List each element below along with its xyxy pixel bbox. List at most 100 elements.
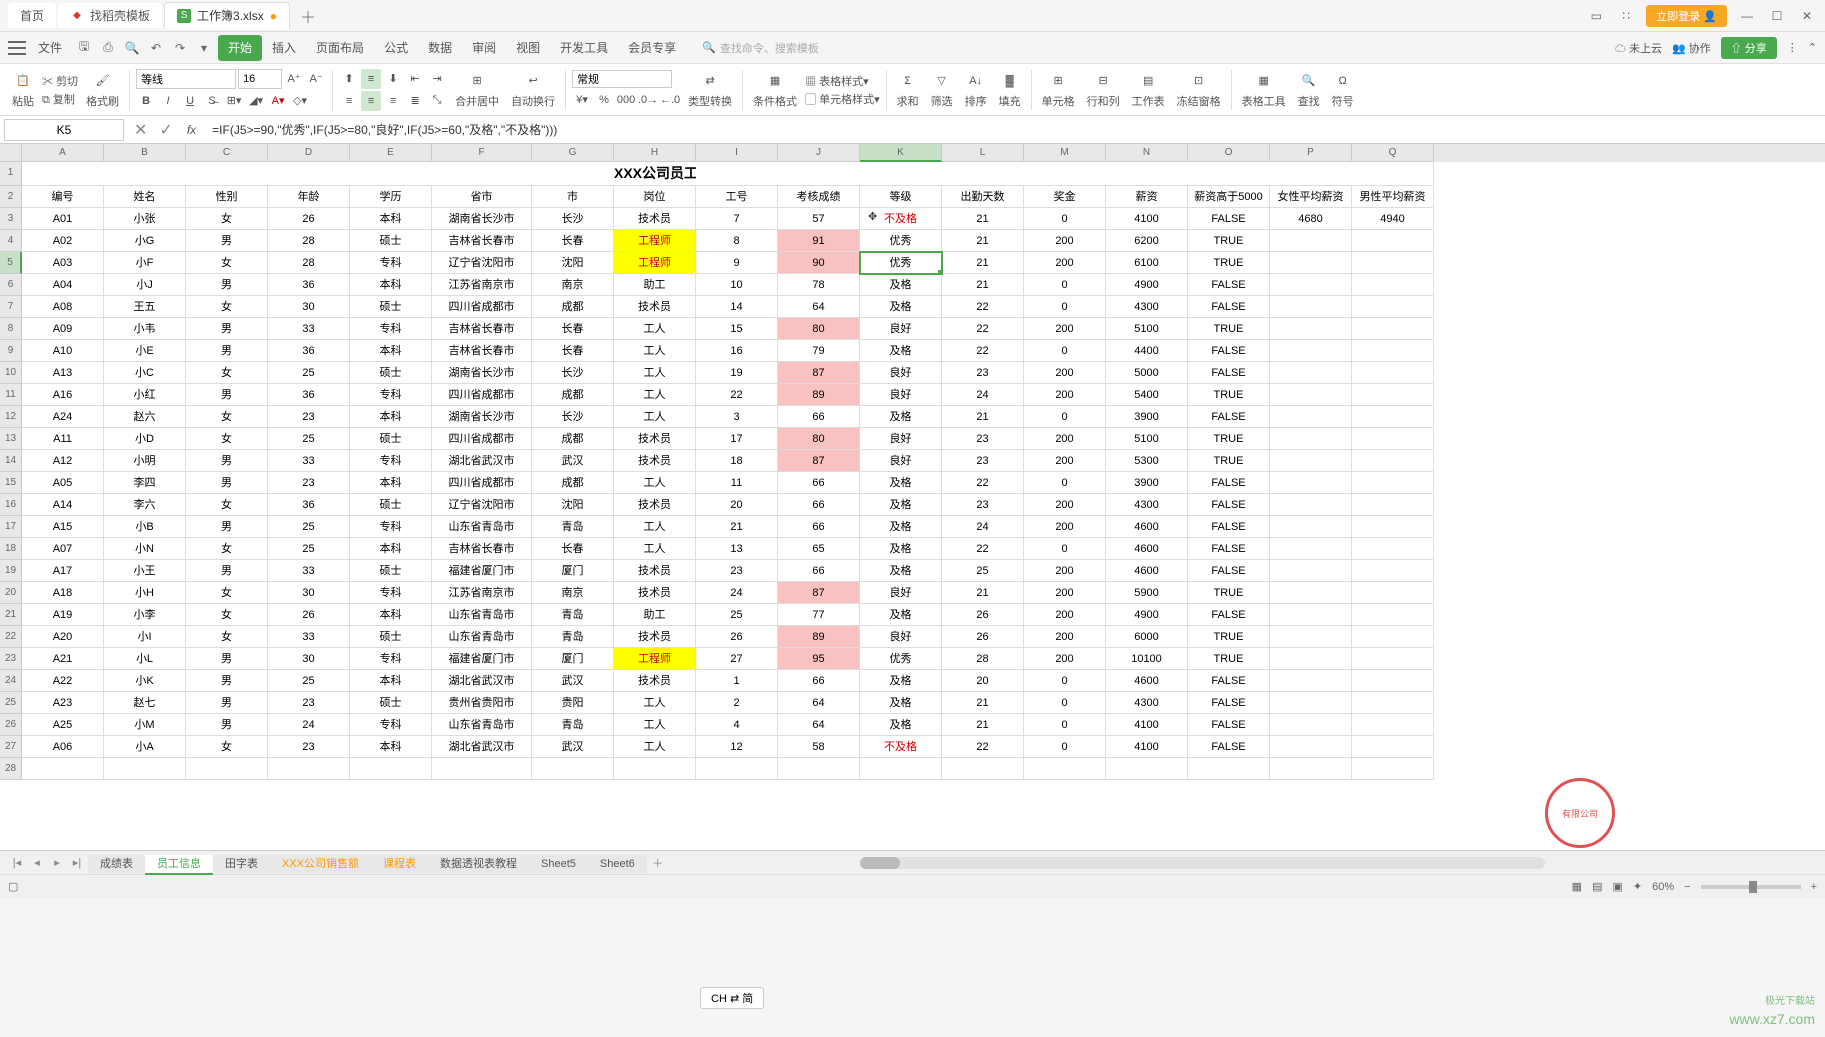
cell[interactable]: 贵阳 [532, 692, 614, 714]
cell[interactable]: 33 [268, 626, 350, 648]
indent-left-icon[interactable]: ⇤ [405, 69, 425, 89]
fx-icon[interactable]: fx [179, 123, 204, 137]
cell[interactable]: A16 [22, 384, 104, 406]
align-left-icon[interactable]: ≡ [339, 91, 359, 111]
cell[interactable]: A11 [22, 428, 104, 450]
find-button[interactable]: 🔍查找 [1294, 71, 1324, 109]
cell[interactable]: 姓名 [104, 186, 186, 208]
cell[interactable]: 23 [268, 736, 350, 758]
cell[interactable]: A02 [22, 230, 104, 252]
cell[interactable]: 男 [186, 318, 268, 340]
cell[interactable]: 技术员 [614, 450, 696, 472]
cell[interactable]: 91 [778, 230, 860, 252]
cell[interactable]: TRUE [1188, 582, 1270, 604]
cell[interactable]: 12 [696, 736, 778, 758]
cell[interactable] [268, 758, 350, 780]
cell[interactable]: A24 [22, 406, 104, 428]
cell[interactable]: FALSE [1188, 274, 1270, 296]
row-header[interactable]: 8 [0, 318, 22, 340]
cell[interactable]: 小C [104, 362, 186, 384]
cell[interactable]: 0 [1024, 472, 1106, 494]
cell[interactable]: 4900 [1106, 604, 1188, 626]
menu-tab-7[interactable]: 开发工具 [550, 35, 618, 61]
cell[interactable] [1270, 340, 1352, 362]
cell[interactable]: 优秀 [860, 252, 942, 274]
cell[interactable]: 男 [186, 560, 268, 582]
cell[interactable]: 湖北省武汉市 [432, 450, 532, 472]
cell[interactable]: 87 [778, 582, 860, 604]
col-header-J[interactable]: J [778, 144, 860, 162]
cell[interactable]: 小A [104, 736, 186, 758]
cell[interactable]: 0 [1024, 692, 1106, 714]
cell[interactable] [1270, 494, 1352, 516]
cell[interactable]: 21 [942, 406, 1024, 428]
cell[interactable]: 湖北省武汉市 [432, 670, 532, 692]
cell[interactable]: 专科 [350, 318, 432, 340]
cell[interactable]: 26 [268, 604, 350, 626]
cell[interactable]: 武汉 [532, 736, 614, 758]
cell[interactable]: A04 [22, 274, 104, 296]
paste-group[interactable]: 📋 粘贴 [8, 71, 38, 109]
cell[interactable]: 21 [942, 714, 1024, 736]
cell[interactable]: 山东省青岛市 [432, 604, 532, 626]
cell[interactable]: 工人 [614, 714, 696, 736]
cell[interactable]: 0 [1024, 714, 1106, 736]
sum-button[interactable]: Σ求和 [893, 71, 923, 109]
cell[interactable] [350, 758, 432, 780]
menu-tab-0[interactable]: 开始 [218, 35, 262, 61]
cell[interactable]: 四川省成都市 [432, 384, 532, 406]
cell[interactable]: 1 [696, 670, 778, 692]
cell[interactable]: 21 [942, 692, 1024, 714]
col-header-P[interactable]: P [1270, 144, 1352, 162]
fx-confirm-icon[interactable]: ✓ [153, 120, 178, 140]
row-header[interactable]: 7 [0, 296, 22, 318]
maximize-button[interactable]: ☐ [1767, 9, 1787, 23]
table-tools-button[interactable]: ▦表格工具 [1238, 71, 1290, 109]
cell[interactable]: 22 [942, 296, 1024, 318]
tab-home[interactable]: 首页 [8, 3, 56, 28]
cell[interactable]: 女 [186, 208, 268, 230]
cell[interactable]: 市 [532, 186, 614, 208]
cell[interactable]: 厦门 [532, 648, 614, 670]
cell[interactable] [1270, 670, 1352, 692]
cell[interactable]: 0 [1024, 736, 1106, 758]
cell[interactable]: 0 [1024, 538, 1106, 560]
cell[interactable] [1352, 318, 1434, 340]
cell[interactable]: 17 [696, 428, 778, 450]
cell[interactable]: 25 [268, 428, 350, 450]
cell[interactable] [532, 758, 614, 780]
cell[interactable]: 66 [778, 472, 860, 494]
align-top-icon[interactable]: ⬆ [339, 69, 359, 89]
cell[interactable]: 5400 [1106, 384, 1188, 406]
cell[interactable]: 男 [186, 516, 268, 538]
cell[interactable]: 学历 [350, 186, 432, 208]
cell[interactable]: TRUE [1188, 450, 1270, 472]
cell[interactable]: FALSE [1188, 692, 1270, 714]
cell[interactable]: A12 [22, 450, 104, 472]
cell[interactable]: 26 [696, 626, 778, 648]
cell[interactable]: 23 [696, 560, 778, 582]
cell[interactable]: 36 [268, 494, 350, 516]
cell[interactable]: FALSE [1188, 714, 1270, 736]
cell[interactable] [1352, 340, 1434, 362]
cell[interactable]: 工人 [614, 736, 696, 758]
cell[interactable]: 岗位 [614, 186, 696, 208]
cell[interactable] [1270, 230, 1352, 252]
tab-active-doc[interactable]: S 工作簿3.xlsx ● [164, 2, 290, 29]
cell[interactable]: 长沙 [532, 406, 614, 428]
cell[interactable]: 硕士 [350, 626, 432, 648]
cell[interactable]: 21 [942, 582, 1024, 604]
wrap-button[interactable]: ↩自动换行 [507, 71, 559, 109]
cell[interactable]: 硕士 [350, 560, 432, 582]
cell[interactable]: 200 [1024, 560, 1106, 582]
cell[interactable]: 长春 [532, 538, 614, 560]
cell[interactable]: 200 [1024, 428, 1106, 450]
cell[interactable]: 36 [268, 384, 350, 406]
cell[interactable]: 专科 [350, 714, 432, 736]
cell[interactable]: 女 [186, 736, 268, 758]
align-bottom-icon[interactable]: ⬇ [383, 69, 403, 89]
cell[interactable]: 22 [942, 340, 1024, 362]
col-header-M[interactable]: M [1024, 144, 1106, 162]
cell[interactable]: 64 [778, 692, 860, 714]
cell[interactable]: 及格 [860, 296, 942, 318]
